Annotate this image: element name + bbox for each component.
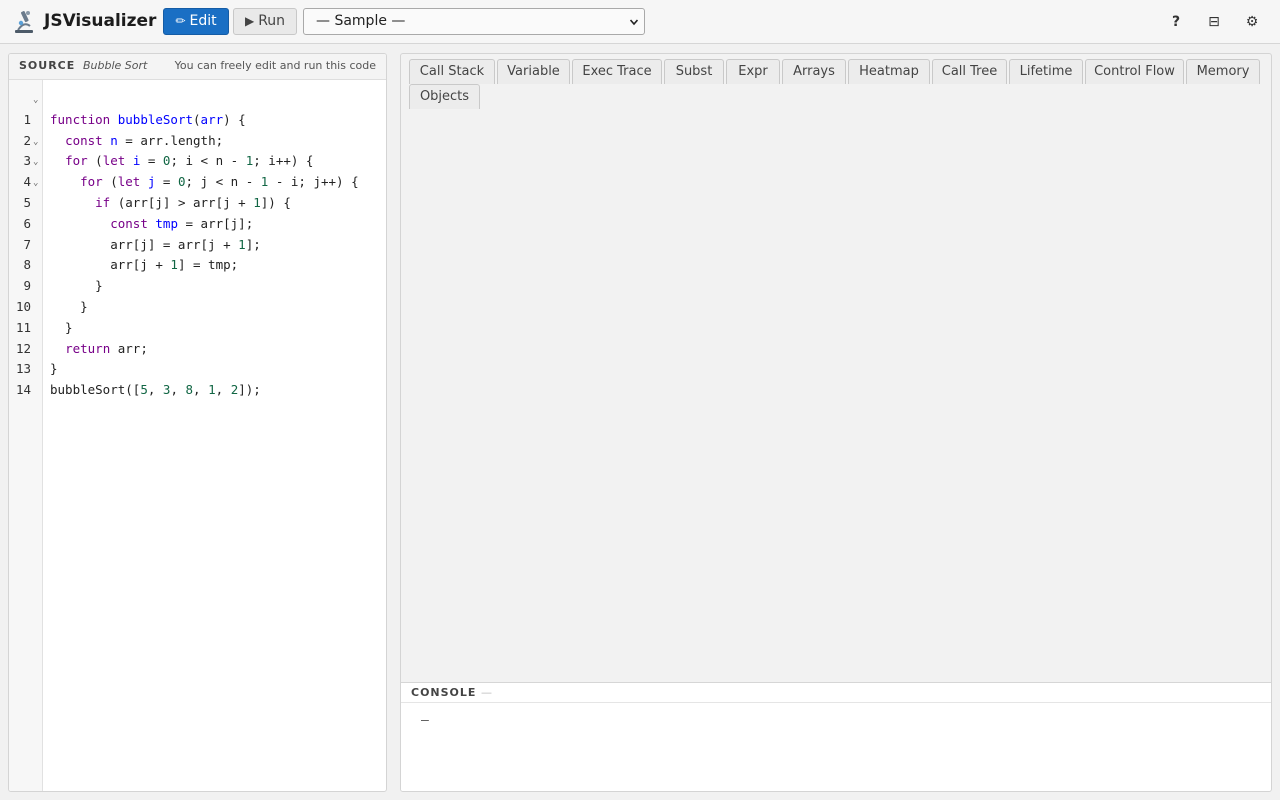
visualizer-panel: Call Stack Variable Exec Trace Subst Exp… bbox=[400, 53, 1272, 792]
fold-chevron-icon[interactable]: ⌄ bbox=[33, 173, 38, 194]
sample-select-value: — Sample — bbox=[316, 13, 406, 29]
run-button-label: Run bbox=[258, 13, 286, 29]
settings-gear-icon[interactable]: ⚙ bbox=[1241, 11, 1263, 33]
console-panel: CONSOLE — — bbox=[401, 682, 1271, 791]
console-label: CONSOLE bbox=[411, 686, 477, 699]
source-label: SOURCE bbox=[19, 59, 76, 72]
code-line: 8 arr[j + 1] = tmp; bbox=[9, 235, 386, 272]
code-line: 6 const tmp = arr[j]; bbox=[9, 193, 386, 231]
help-button[interactable]: ? bbox=[1165, 11, 1187, 33]
tab-exec-trace[interactable]: Exec Trace bbox=[572, 59, 662, 84]
app-title: JSVisualizer bbox=[44, 11, 157, 31]
code-line: 14 bubbleSort([5, 3, 8, 1, 2]); bbox=[9, 359, 386, 397]
edit-button-label: Edit bbox=[189, 13, 217, 29]
tab-lifetime[interactable]: Lifetime bbox=[1009, 59, 1083, 84]
microscope-icon bbox=[15, 11, 33, 33]
pencil-icon: ✏ bbox=[175, 14, 186, 28]
run-button[interactable]: ▶ Run bbox=[233, 8, 297, 35]
tab-call-tree[interactable]: Call Tree bbox=[932, 59, 1007, 84]
source-note: You can freely edit and run this code bbox=[174, 59, 376, 72]
tab-memory[interactable]: Memory bbox=[1186, 59, 1260, 84]
top-toolbar: JSVisualizer ✏ Edit ▶ Run — Sample — ? ⊟ ⚙ bbox=[0, 0, 1280, 44]
tab-call-stack[interactable]: Call Stack bbox=[409, 59, 495, 84]
tab-subst[interactable]: Subst bbox=[664, 59, 724, 84]
code-line: 3 ⌄ for (let i = 0; i < n - 1; i++) { bbox=[9, 131, 386, 169]
tab-expr[interactable]: Expr bbox=[726, 59, 780, 84]
code-line: 7 arr[j] = arr[j + 1]; bbox=[9, 214, 386, 252]
tab-objects[interactable]: Objects bbox=[409, 84, 480, 109]
code-line: 1 ⌄ function bubbleSort(arr) { bbox=[9, 89, 386, 127]
code-line: 10 } bbox=[9, 276, 386, 314]
fold-chevron-icon[interactable]: ⌄ bbox=[33, 152, 38, 173]
tab-variable[interactable]: Variable bbox=[497, 59, 570, 84]
console-status: — bbox=[481, 686, 492, 699]
sample-select[interactable]: — Sample — bbox=[303, 8, 645, 35]
source-panel: SOURCE Bubble Sort You can freely edit a… bbox=[8, 53, 387, 792]
console-header: CONSOLE — bbox=[401, 683, 1271, 703]
code-text: bubbleSort([5, 3, 8, 1, 2]); bbox=[50, 382, 261, 398]
console-output: — bbox=[421, 713, 429, 728]
tab-heatmap[interactable]: Heatmap bbox=[848, 59, 930, 84]
code-line: 12 return arr; bbox=[9, 318, 386, 356]
play-icon: ▶ bbox=[244, 14, 255, 28]
code-line: 2 const n = arr.length; bbox=[9, 110, 386, 148]
code-line: 5 ⌄ if (arr[j] > arr[j + 1]) { bbox=[9, 172, 386, 210]
code-line: 11 } bbox=[9, 297, 386, 335]
code-editor[interactable]: 1 ⌄ function bubbleSort(arr) { 2 const n =… bbox=[9, 89, 386, 397]
code-line: 4 ⌄ for (let j = 0; j < n - 1 - i; j++) { bbox=[9, 151, 386, 189]
tab-control-flow[interactable]: Control Flow bbox=[1085, 59, 1184, 84]
fold-chevron-icon[interactable]: ⌄ bbox=[33, 90, 38, 111]
chevron-down-icon bbox=[630, 19, 638, 26]
edit-button[interactable]: ✏ Edit bbox=[163, 8, 229, 35]
source-sample-name: Bubble Sort bbox=[83, 59, 148, 72]
tab-arrays[interactable]: Arrays bbox=[782, 59, 846, 84]
line-number: 14 bbox=[15, 382, 31, 398]
code-line: 13} bbox=[9, 339, 386, 376]
source-header: SOURCE Bubble Sort You can freely edit a… bbox=[9, 54, 386, 80]
layout-toggle-icon[interactable]: ⊟ bbox=[1203, 11, 1225, 33]
fold-chevron-icon[interactable]: ⌄ bbox=[33, 132, 38, 153]
code-line: 9 } bbox=[9, 255, 386, 293]
